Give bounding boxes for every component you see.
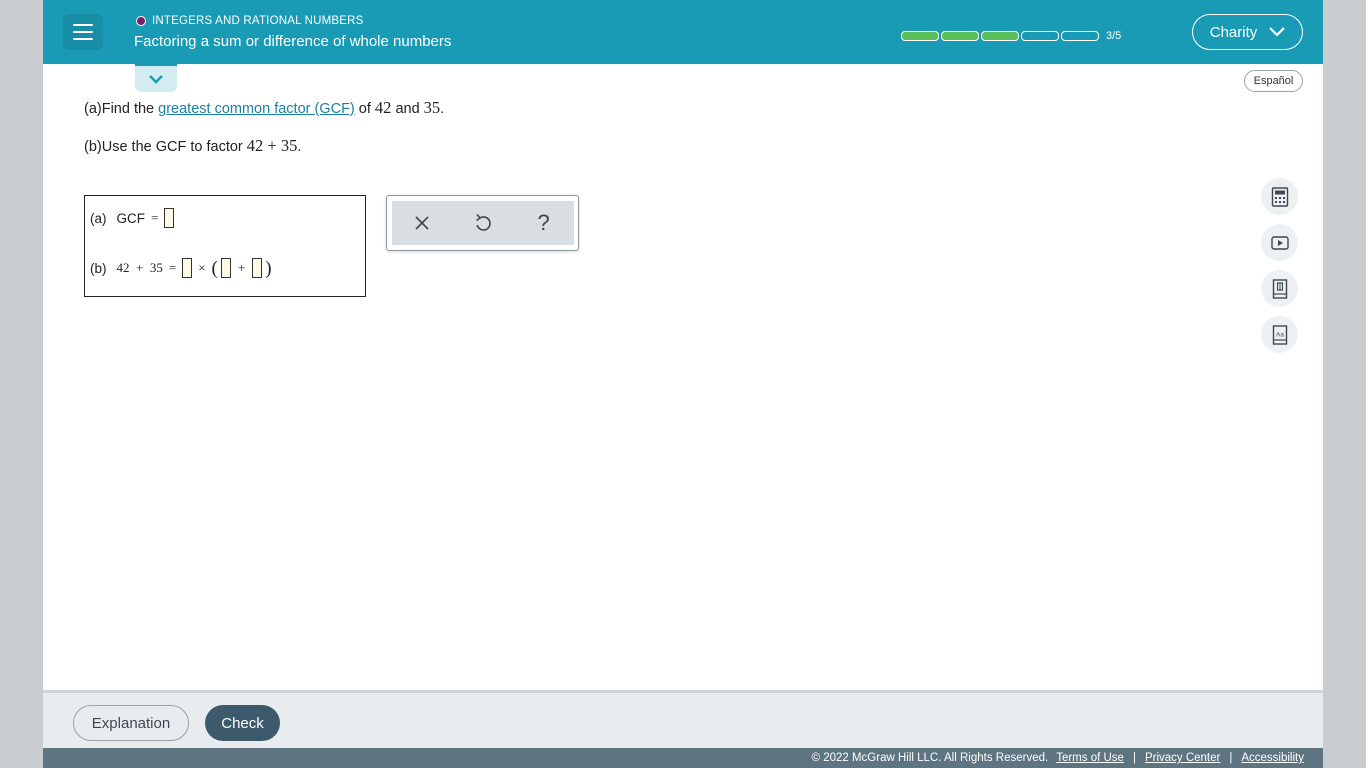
- answer-tools-bar: ?: [392, 201, 574, 245]
- answer-row-a: (a) GCF =: [90, 208, 175, 228]
- question-mark-icon: ?: [537, 210, 550, 235]
- gcf-label: GCF: [116, 210, 146, 226]
- close-icon: [415, 216, 429, 230]
- second-addend-input[interactable]: [252, 258, 263, 278]
- privacy-center-link[interactable]: Privacy Center: [1145, 752, 1220, 764]
- calculator-button[interactable]: [1261, 178, 1298, 215]
- answer-row-b: (b) 42 + 35 = × ( + ): [90, 258, 272, 278]
- close-paren: ): [265, 257, 272, 279]
- dictionary-icon: Aa: [1272, 324, 1287, 345]
- footer-separator: |: [1229, 752, 1233, 764]
- gcf-definition-link[interactable]: greatest common factor (GCF): [158, 101, 355, 117]
- chevron-down-icon: [149, 75, 163, 84]
- clear-button[interactable]: [402, 205, 442, 241]
- collapse-toggle[interactable]: [135, 64, 177, 92]
- video-icon: [1270, 235, 1289, 250]
- footer-separator: |: [1132, 752, 1136, 764]
- help-button[interactable]: ?: [524, 205, 564, 241]
- menu-button[interactable]: [63, 14, 103, 50]
- answer-label-b: (b): [90, 260, 107, 276]
- topic-dot-icon: [136, 16, 146, 26]
- user-menu-button[interactable]: Charity: [1192, 14, 1303, 50]
- undo-button[interactable]: [463, 205, 503, 241]
- open-paren: (: [211, 257, 218, 279]
- hamburger-icon-line: [73, 31, 93, 33]
- topic-text: INTEGERS AND RATIONAL NUMBERS: [152, 15, 364, 27]
- gcf-input[interactable]: [164, 208, 175, 228]
- dictionary-button[interactable]: Aa: [1261, 316, 1298, 353]
- question-part-b: (b)Use the GCF to factor 42 + 35.: [84, 136, 302, 155]
- first-addend-input[interactable]: [220, 258, 231, 278]
- accessibility-link[interactable]: Accessibility: [1241, 752, 1304, 764]
- calculator-icon: [1271, 186, 1288, 207]
- action-bar: Explanation Check: [43, 690, 1323, 748]
- progress-segment: [901, 31, 939, 41]
- user-name: Charity: [1209, 23, 1258, 41]
- explanation-button[interactable]: Explanation: [73, 705, 189, 741]
- progress-segment: [981, 31, 1019, 41]
- parenthesized-sum: ( + ): [212, 258, 272, 278]
- ebook-button[interactable]: [1261, 270, 1298, 307]
- app-frame: INTEGERS AND RATIONAL NUMBERS Factoring …: [43, 0, 1323, 768]
- copyright-text: © 2022 McGraw Hill LLC. All Rights Reser…: [811, 752, 1049, 764]
- hamburger-icon-line: [73, 38, 93, 40]
- progress-bar: [901, 31, 1099, 41]
- lesson-title: Factoring a sum or difference of whole n…: [134, 33, 452, 50]
- answer-box: (a) GCF = (b) 42 + 35 = × ( + ): [84, 195, 366, 297]
- header-bar: INTEGERS AND RATIONAL NUMBERS Factoring …: [43, 0, 1323, 64]
- plus-sign: +: [237, 260, 246, 275]
- video-button[interactable]: [1261, 224, 1298, 261]
- topic-label: INTEGERS AND RATIONAL NUMBERS: [136, 15, 364, 27]
- svg-text:Aa: Aa: [1276, 331, 1284, 338]
- progress-segment: [941, 31, 979, 41]
- equals-sign: =: [168, 260, 177, 275]
- progress-segment: [1061, 31, 1099, 41]
- answer-label-a: (a): [90, 210, 107, 226]
- chevron-down-icon: [1269, 27, 1286, 37]
- language-button[interactable]: Español: [1244, 70, 1303, 92]
- progress-segment: [1021, 31, 1059, 41]
- undo-icon: [476, 213, 491, 231]
- check-button[interactable]: Check: [205, 705, 280, 741]
- answer-tools-panel: ?: [386, 195, 579, 251]
- factor-expression: 42 + 35: [116, 260, 163, 275]
- progress-label: 3/5: [1106, 30, 1122, 42]
- hamburger-icon-line: [73, 24, 93, 26]
- gcf-factor-input[interactable]: [182, 258, 193, 278]
- question-part-a: (a)Find the greatest common factor (GCF)…: [84, 98, 445, 117]
- times-sign: ×: [198, 260, 206, 275]
- footer: © 2022 McGraw Hill LLC. All Rights Reser…: [43, 748, 1323, 768]
- equals-sign: =: [151, 210, 159, 225]
- ebook-icon: [1272, 278, 1287, 299]
- terms-of-use-link[interactable]: Terms of Use: [1056, 752, 1124, 764]
